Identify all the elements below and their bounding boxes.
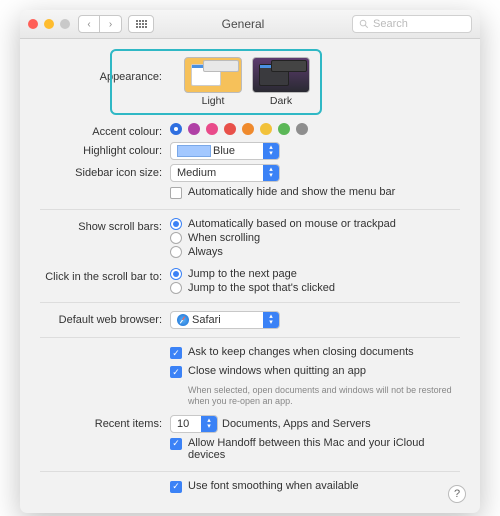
scrollbars-option-label: When scrolling	[188, 232, 260, 244]
browser-value: Safari	[192, 314, 227, 326]
click-scroll-option-label: Jump to the next page	[188, 268, 297, 280]
scrollbars-label: Show scroll bars:	[40, 218, 170, 233]
highlight-swatch	[177, 145, 211, 157]
auto-hide-menu-checkbox[interactable]	[170, 187, 182, 199]
accent-colour-option[interactable]	[170, 123, 182, 135]
accent-label: Accent colour:	[40, 123, 170, 138]
font-smoothing-label: Use font smoothing when available	[188, 480, 359, 492]
search-placeholder: Search	[373, 18, 408, 30]
minimize-window-button[interactable]	[44, 19, 54, 29]
select-arrows-icon: ▴▾	[263, 142, 279, 160]
sidebar-size-select[interactable]: Medium ▴▾	[170, 164, 280, 182]
close-window-button[interactable]	[28, 19, 38, 29]
ask-keep-changes-checkbox[interactable]: ✓	[170, 347, 182, 359]
appearance-light-option[interactable]: Light	[184, 57, 242, 107]
close-windows-checkbox[interactable]: ✓	[170, 366, 182, 378]
appearance-highlight: Light Dark	[110, 49, 322, 115]
accent-colour-picker	[170, 123, 460, 135]
accent-colour-option[interactable]	[224, 123, 236, 135]
scrollbars-radio[interactable]	[170, 218, 182, 230]
auto-hide-menu-label: Automatically hide and show the menu bar	[188, 186, 395, 198]
click-scroll-label: Click in the scroll bar to:	[40, 268, 170, 283]
scrollbars-radio[interactable]	[170, 232, 182, 244]
click-scroll-radio[interactable]	[170, 282, 182, 294]
scrollbars-option-label: Always	[188, 246, 223, 258]
ask-keep-changes-label: Ask to keep changes when closing documen…	[188, 346, 414, 358]
appearance-dark-label: Dark	[252, 95, 310, 107]
accent-colour-option[interactable]	[260, 123, 272, 135]
recent-items-suffix: Documents, Apps and Servers	[222, 418, 371, 430]
accent-colour-option[interactable]	[296, 123, 308, 135]
appearance-dark-option[interactable]: Dark	[252, 57, 310, 107]
scrollbars-radio[interactable]	[170, 246, 182, 258]
select-arrows-icon: ▴▾	[201, 415, 217, 433]
sidebar-size-label: Sidebar icon size:	[40, 164, 170, 179]
accent-colour-option[interactable]	[242, 123, 254, 135]
click-scroll-option-label: Jump to the spot that's clicked	[188, 282, 335, 294]
accent-colour-option[interactable]	[206, 123, 218, 135]
click-scroll-radio-group: Jump to the next page Jump to the spot th…	[170, 268, 335, 294]
scrollbars-option-label: Automatically based on mouse or trackpad	[188, 218, 396, 230]
recent-items-value: 10	[177, 418, 195, 430]
appearance-light-label: Light	[184, 95, 242, 107]
back-button[interactable]: ‹	[78, 15, 100, 33]
browser-label: Default web browser:	[40, 311, 170, 326]
recent-items-select[interactable]: 10 ▴▾	[170, 415, 218, 433]
chevron-right-icon: ›	[109, 19, 112, 30]
select-arrows-icon: ▴▾	[263, 311, 279, 329]
window-title: General	[154, 17, 352, 31]
show-all-button[interactable]	[128, 15, 154, 33]
search-input[interactable]: Search	[352, 15, 472, 33]
accent-colour-option[interactable]	[278, 123, 290, 135]
highlight-value: Blue	[213, 145, 241, 157]
highlight-label: Highlight colour:	[40, 142, 170, 157]
close-windows-note: When selected, open documents and window…	[188, 385, 460, 407]
handoff-label: Allow Handoff between this Mac and your …	[188, 437, 460, 461]
highlight-colour-select[interactable]: Blue ▴▾	[170, 142, 280, 160]
question-icon: ?	[454, 488, 460, 500]
select-arrows-icon: ▴▾	[263, 164, 279, 182]
grid-icon	[136, 20, 147, 28]
font-smoothing-checkbox[interactable]: ✓	[170, 481, 182, 493]
scrollbars-radio-group: Automatically based on mouse or trackpad…	[170, 218, 396, 258]
handoff-checkbox[interactable]: ✓	[170, 438, 182, 450]
forward-button[interactable]: ›	[100, 15, 122, 33]
accent-colour-option[interactable]	[188, 123, 200, 135]
help-button[interactable]: ?	[448, 485, 466, 503]
click-scroll-radio[interactable]	[170, 268, 182, 280]
safari-icon	[177, 314, 189, 326]
search-icon	[359, 19, 369, 29]
sidebar-size-value: Medium	[177, 167, 222, 179]
zoom-window-button[interactable]	[60, 19, 70, 29]
chevron-left-icon: ‹	[87, 19, 90, 30]
recent-items-label: Recent items:	[40, 415, 170, 430]
close-windows-label: Close windows when quitting an app	[188, 365, 366, 377]
default-browser-select[interactable]: Safari ▴▾	[170, 311, 280, 329]
